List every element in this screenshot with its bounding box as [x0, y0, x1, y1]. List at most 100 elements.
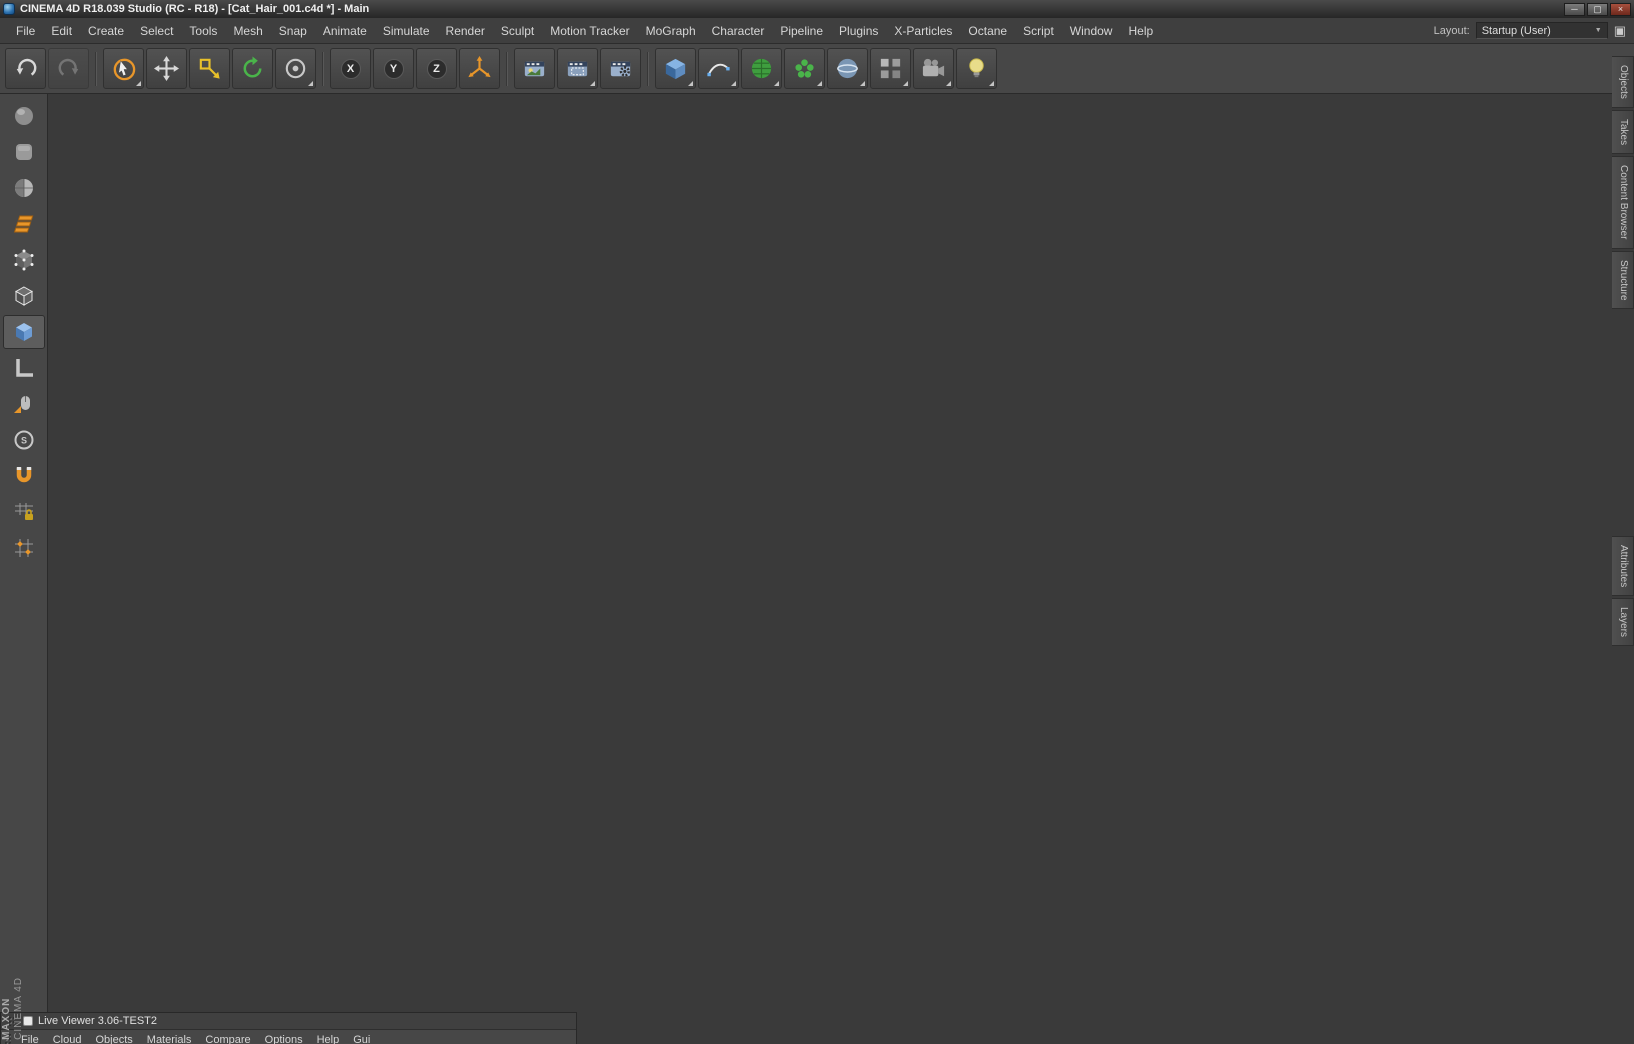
menu-item[interactable]: Cloud — [46, 1032, 89, 1044]
render-settings-button[interactable] — [600, 48, 641, 89]
subdivision-surface-icon — [751, 58, 772, 79]
menu-item[interactable]: Sculpt — [493, 22, 542, 40]
menu-item[interactable]: Edit — [43, 22, 80, 40]
toolbar-separator — [647, 51, 649, 86]
menu-item[interactable]: Octane — [960, 22, 1015, 40]
menu-item[interactable]: Help — [1120, 22, 1161, 40]
last-tool-button[interactable] — [275, 48, 316, 89]
lock-y-axis-button[interactable]: Y — [373, 48, 414, 89]
texture-mode-button[interactable] — [3, 171, 45, 205]
array-icon — [880, 58, 901, 79]
toolbar-separator — [506, 51, 508, 86]
menu-item[interactable]: X-Particles — [886, 22, 960, 40]
light-icon — [969, 58, 984, 78]
viewport-solo-button[interactable] — [3, 387, 45, 421]
dock-tab[interactable]: Structure — [1612, 250, 1634, 310]
minimize-button[interactable]: ─ — [1564, 2, 1585, 16]
menu-item[interactable]: Mesh — [225, 22, 270, 40]
cube-icon — [665, 58, 686, 80]
right-dock-tabs-bottom: Attributes Layers — [1612, 536, 1634, 648]
camera-icon — [922, 58, 945, 77]
close-button[interactable]: × — [1610, 2, 1631, 16]
workplane-l-icon — [15, 359, 33, 377]
menu-item[interactable]: Simulate — [375, 22, 438, 40]
live-selection-icon — [113, 58, 136, 81]
dock-tab[interactable]: Takes — [1612, 109, 1634, 155]
menu-item[interactable]: Compare — [198, 1032, 257, 1044]
render-view-button[interactable] — [514, 48, 555, 89]
menu-item[interactable]: Motion Tracker — [542, 22, 637, 40]
coordinate-system-icon — [468, 55, 491, 78]
menu-item[interactable]: Create — [80, 22, 132, 40]
lock-x-axis-button[interactable]: X — [330, 48, 371, 89]
lock-z-axis-button[interactable]: Z — [416, 48, 457, 89]
menu-item[interactable]: Snap — [271, 22, 315, 40]
subdivision-surface-button[interactable] — [741, 48, 782, 89]
menu-item[interactable]: Render — [438, 22, 493, 40]
menu-item[interactable]: Tools — [181, 22, 225, 40]
dock-tab[interactable]: Layers — [1612, 598, 1634, 647]
menu-item[interactable]: Objects — [88, 1032, 139, 1044]
model-mode-button[interactable] — [3, 99, 45, 133]
chevron-down-icon: ▼ — [1594, 27, 1602, 34]
menu-item[interactable]: Animate — [315, 22, 375, 40]
mograph-button[interactable] — [784, 48, 825, 89]
undo-button[interactable] — [5, 48, 46, 89]
points-mode-button[interactable] — [3, 243, 45, 277]
workplane-mode-button[interactable] — [3, 207, 45, 241]
simulate-button[interactable] — [827, 48, 868, 89]
primitive-cube-button[interactable] — [655, 48, 696, 89]
dock-tab[interactable]: Attributes — [1612, 536, 1634, 597]
redo-button[interactable] — [48, 48, 89, 89]
array-button[interactable] — [870, 48, 911, 89]
window-title: CINEMA 4D R18.039 Studio (RC - R18) - [C… — [20, 3, 370, 15]
render-region-button[interactable] — [557, 48, 598, 89]
object-mode-button[interactable] — [3, 135, 45, 169]
menu-item[interactable]: Options — [258, 1032, 310, 1044]
interface-panel-icon[interactable]: ▣ — [1614, 24, 1626, 37]
title-bar: CINEMA 4D R18.039 Studio (RC - R18) - [C… — [0, 0, 1634, 18]
edges-mode-button[interactable] — [3, 279, 45, 313]
rotate-tool[interactable] — [232, 48, 273, 89]
menu-item[interactable]: Plugins — [831, 22, 886, 40]
points-mode-icon — [14, 249, 33, 271]
menu-item[interactable]: Character — [704, 22, 773, 40]
quantize-button[interactable] — [3, 531, 45, 565]
coordinate-system-button[interactable] — [459, 48, 500, 89]
menu-item[interactable]: Materials — [140, 1032, 199, 1044]
polygons-mode-button[interactable] — [2, 315, 45, 349]
layout-dropdown[interactable]: Startup (User) ▼ — [1475, 22, 1608, 39]
scale-tool[interactable] — [189, 48, 230, 89]
branding: MAXON CINEMA 4D — [1, 977, 35, 1040]
mograph-icon — [795, 59, 814, 78]
live-selection-tool[interactable] — [103, 48, 144, 89]
move-tool[interactable] — [146, 48, 187, 89]
menu-item[interactable]: File — [8, 22, 43, 40]
snap-button[interactable]: S — [3, 423, 45, 457]
menu-item[interactable]: Script — [1015, 22, 1062, 40]
quantize-grid-icon — [14, 539, 33, 557]
dock-tab[interactable]: Objects — [1612, 56, 1634, 108]
light-button[interactable] — [956, 48, 997, 89]
workplane-lock-button[interactable] — [3, 351, 45, 385]
menu-item[interactable]: Gui — [346, 1032, 377, 1044]
dock-tab[interactable]: Content Browser — [1612, 156, 1634, 249]
menu-item[interactable]: Window — [1062, 22, 1121, 40]
camera-button[interactable] — [913, 48, 954, 89]
last-tool-icon — [285, 58, 306, 79]
spline-pen-button[interactable] — [698, 48, 739, 89]
menu-item[interactable]: Help — [310, 1032, 347, 1044]
menu-item[interactable]: Pipeline — [772, 22, 831, 40]
lock-workplane-button[interactable] — [3, 495, 45, 529]
object-mode-icon — [15, 144, 32, 160]
magnet-snap-button[interactable] — [3, 459, 45, 493]
menu-item[interactable]: Select — [132, 22, 181, 40]
simulate-icon — [837, 58, 858, 79]
mouse-icon — [13, 396, 30, 413]
app-logo-icon — [3, 3, 15, 15]
z-axis-icon: Z — [426, 58, 447, 79]
menu-item[interactable]: MoGraph — [638, 22, 704, 40]
edges-mode-icon — [14, 286, 33, 306]
live-viewer-menu: File Cloud Objects Materials Compare Options H… — [1, 1030, 576, 1044]
maximize-button[interactable]: ▢ — [1587, 2, 1608, 16]
